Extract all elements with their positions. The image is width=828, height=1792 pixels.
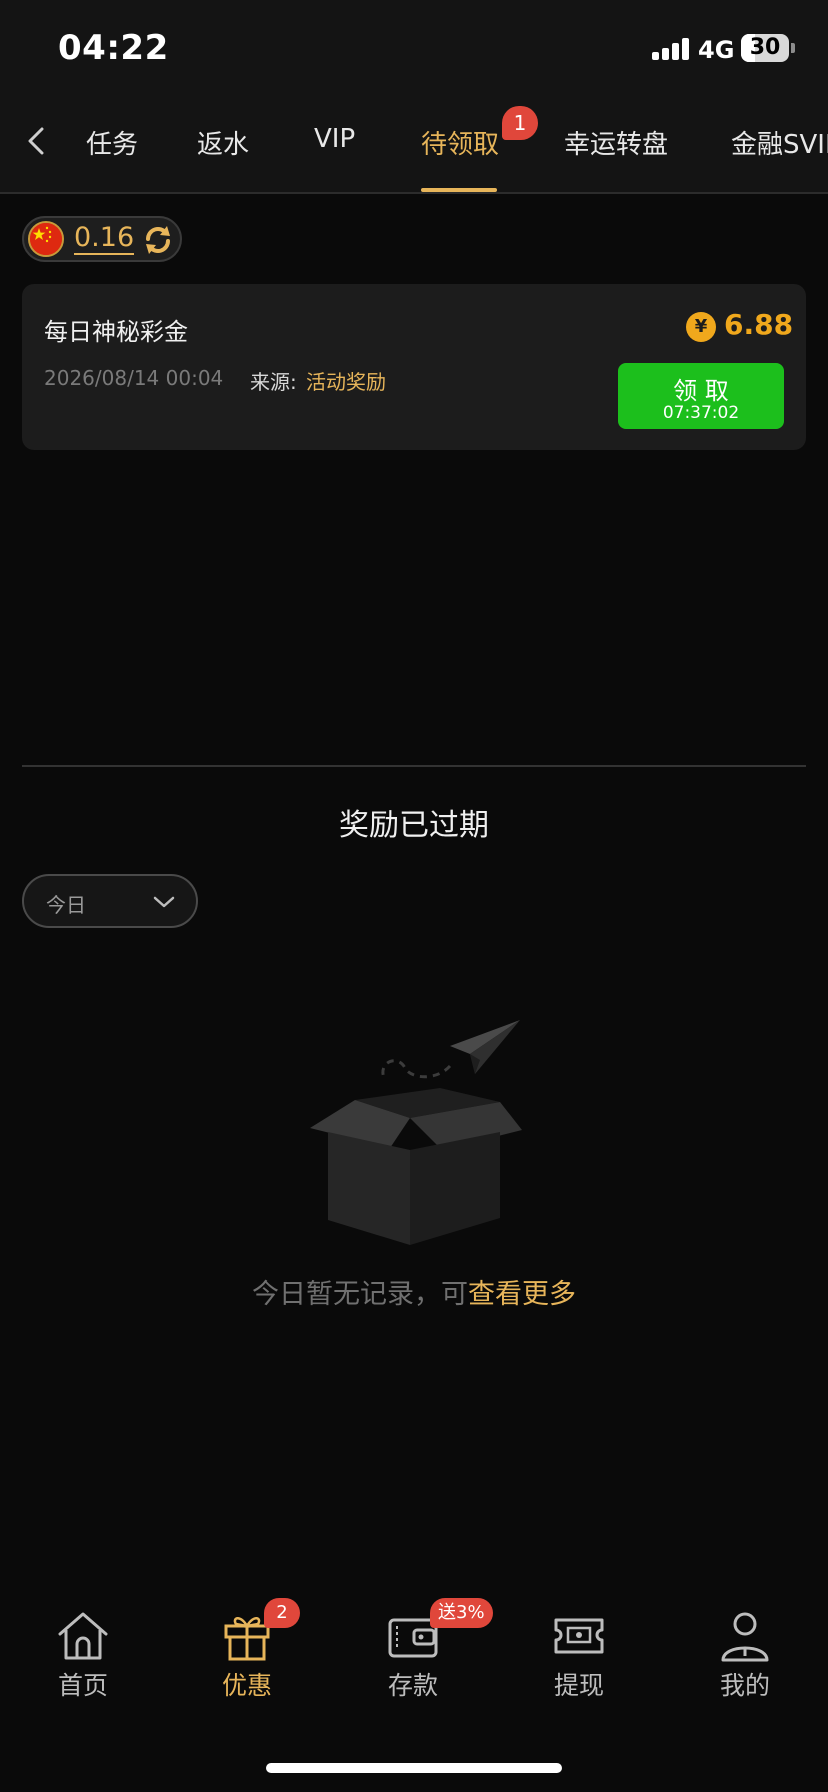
view-more-link[interactable]: 查看更多: [468, 1279, 576, 1310]
network-type: 4G: [698, 36, 735, 64]
tab-lucky-wheel[interactable]: 幸运转盘: [564, 124, 668, 161]
battery-icon: 30: [741, 34, 789, 62]
source-value: 活动奖励: [306, 370, 386, 394]
nav-profile[interactable]: 我的: [690, 1610, 800, 1710]
chevron-down-icon: [153, 896, 175, 908]
battery-percent: 30: [749, 35, 781, 60]
signal-strength-icon: [652, 38, 692, 60]
nav-promotions[interactable]: 优惠 2: [192, 1598, 302, 1710]
nav-withdraw[interactable]: 提现: [524, 1610, 634, 1710]
nav-deposit-label: 存款: [387, 1671, 438, 1700]
refresh-balance-icon[interactable]: [140, 222, 176, 258]
status-time: 04:22: [58, 28, 169, 68]
date-filter-value: 今日: [46, 893, 86, 917]
home-indicator: [266, 1763, 562, 1773]
empty-state-message: 今日暂无记录，可查看更多: [0, 1272, 828, 1311]
reward-datetime: 2026/08/14 00:04: [44, 366, 224, 390]
source-label: 来源:: [250, 370, 297, 394]
nav-home-label: 首页: [57, 1671, 108, 1700]
deposit-bonus-badge: 送3%: [430, 1598, 493, 1628]
tab-pending[interactable]: 待领取: [421, 124, 499, 161]
withdraw-ticket-icon: [554, 1618, 604, 1654]
home-icon: [58, 1612, 108, 1660]
claim-button[interactable]: 领 取 07:37:02: [618, 363, 784, 429]
nav-withdraw-label: 提现: [553, 1671, 604, 1700]
yuan-coin-icon: ¥: [686, 312, 716, 342]
pending-count-badge: 1: [502, 106, 538, 140]
empty-box-icon: [310, 1020, 522, 1245]
tab-rebate[interactable]: 返水: [197, 124, 249, 161]
date-filter-select[interactable]: 今日: [22, 874, 198, 928]
active-tab-indicator: [421, 188, 497, 192]
empty-state-text: 今日暂无记录，可: [252, 1279, 468, 1310]
nav-home[interactable]: 首页: [28, 1610, 138, 1710]
section-divider: [22, 765, 806, 767]
tab-bar: 任务 返水 VIP 待领取 幸运转盘 金融SVIP: [0, 96, 828, 194]
tab-tasks[interactable]: 任务: [86, 124, 138, 161]
tab-finance-svip[interactable]: 金融SVIP: [731, 124, 828, 161]
reward-card: 每日神秘彩金 ¥ 6.88 2026/08/14 00:04 来源: 活动奖励 …: [22, 284, 806, 450]
balance-pill: 0.16: [22, 216, 182, 262]
nav-promotions-label: 优惠: [221, 1671, 272, 1700]
battery-cap: [791, 43, 795, 53]
reward-title: 每日神秘彩金: [44, 318, 188, 346]
profile-icon: [721, 1612, 769, 1662]
back-button[interactable]: [18, 116, 58, 166]
claim-countdown: 07:37:02: [662, 403, 740, 423]
promotions-badge: 2: [264, 1598, 300, 1628]
chevron-left-icon: [28, 127, 44, 155]
nav-deposit[interactable]: 存款 送3%: [358, 1598, 493, 1710]
balance-value: 0.16: [74, 222, 135, 255]
tab-vip[interactable]: VIP: [314, 124, 355, 154]
china-flag-icon: [28, 221, 64, 257]
bottom-nav: 首页 优惠 2 存款 送3% 提现 我的: [0, 1580, 828, 1792]
nav-profile-label: 我的: [719, 1671, 770, 1700]
claim-button-label: 领 取: [673, 377, 729, 405]
expired-section-title: 奖励已过期: [339, 808, 489, 843]
reward-amount: 6.88: [724, 308, 794, 341]
status-bar: 04:22 4G 30: [0, 0, 828, 96]
